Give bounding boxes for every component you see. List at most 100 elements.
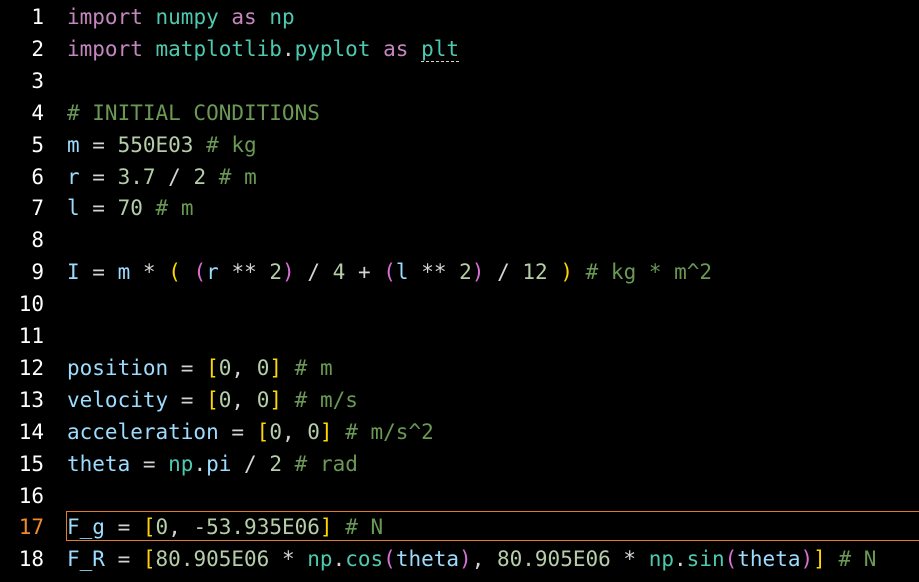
code-token: ) (560, 260, 573, 285)
code-editor[interactable]: 1 import numpy as np 2 import matplotlib.py… (0, 0, 919, 582)
line-number: 12 (18, 355, 44, 380)
code-token: ( (193, 260, 207, 285)
code-line[interactable]: 10 (0, 288, 919, 320)
code-token: F_g (67, 515, 105, 540)
code-line[interactable]: 3 (0, 65, 919, 97)
code-token: 0 (218, 387, 232, 412)
line-number: 11 (18, 324, 44, 348)
code-token: 80.905E06 (496, 547, 611, 572)
code-token: = (218, 419, 257, 444)
code-token: as (231, 5, 257, 29)
code-token: plt (421, 36, 460, 62)
code-token: , (231, 355, 257, 380)
code-token: = (79, 260, 118, 285)
code-line[interactable]: 7l = 70 # m (0, 192, 919, 224)
code-token: 550E03 (117, 132, 194, 157)
code-token: # m/s^2 (345, 419, 434, 444)
code-token: import (67, 5, 143, 29)
code-line[interactable]: 4 # INITIAL CONDITIONS (0, 97, 919, 129)
code-line[interactable]: 9 I = m * ( (r ** 2) / 4 + (l ** 2) / 12 … (0, 256, 919, 288)
code-token: 3.7 (117, 164, 156, 189)
code-text[interactable]: velocity = [0, 0] # m/s (67, 384, 358, 416)
line-number: 4 (31, 100, 44, 125)
code-line[interactable]: 18 F_R = [80.905E06 * np.cos(theta), 80.9… (0, 543, 919, 575)
code-token: ( (383, 547, 396, 572)
code-token: # kg (206, 132, 257, 157)
code-token: numpy (155, 5, 219, 29)
code-token: . (674, 547, 687, 572)
line-number: 9 (31, 260, 44, 285)
code-text[interactable]: import matplotlib.pyplot as plt (67, 33, 460, 65)
line-number: 1 (31, 5, 44, 29)
code-token: ) (471, 260, 485, 285)
code-line[interactable]: 2 import matplotlib.pyplot as plt (0, 33, 919, 65)
code-line[interactable]: 1 import numpy as np (0, 1, 919, 33)
code-text[interactable]: position = [0, 0] # m (67, 352, 333, 384)
code-token: ) (282, 260, 295, 285)
code-token: m (67, 132, 80, 157)
code-text[interactable]: import numpy as np (67, 1, 295, 33)
code-token: = (168, 387, 207, 412)
code-token: ] (269, 355, 283, 380)
code-token: l (395, 260, 409, 285)
code-line[interactable]: 14 acceleration = [0, 0] # m/s^2 (0, 416, 919, 448)
code-token: 0 (307, 419, 320, 444)
code-line[interactable]: 12 position = [0, 0] # m (0, 352, 919, 384)
code-line[interactable]: 15 theta = np.pi / 2 # rad (0, 448, 919, 480)
code-token: np (307, 547, 333, 572)
code-token: = (168, 355, 207, 380)
code-token: as (383, 36, 409, 61)
code-token: , (281, 419, 308, 444)
code-text[interactable]: F_R = [80.905E06 * np.cos(theta), 80.905… (67, 543, 876, 575)
code-text[interactable]: theta = np.pi / 2 # rad (67, 448, 358, 480)
code-token: ] (813, 547, 826, 572)
code-text[interactable]: r = 3.7 / 2 # m (67, 161, 257, 193)
code-line[interactable]: 6r = 3.7 / 2 # m (0, 161, 919, 193)
code-token: 0 (269, 419, 282, 444)
code-token: r (67, 164, 80, 189)
code-token: matplotlib (155, 36, 282, 61)
code-token: import (67, 36, 143, 61)
code-token: ] (319, 515, 333, 540)
code-token: 2 (269, 260, 283, 285)
code-line[interactable]: 17 F_g = [0, -53.935E06] # N (0, 511, 919, 543)
code-line[interactable]: 11 (0, 320, 919, 352)
code-token: ( (724, 547, 738, 572)
code-line[interactable]: 8 (0, 224, 919, 256)
code-token: np (269, 5, 295, 29)
code-text[interactable]: l = 70 # m (67, 192, 193, 224)
code-token: / (294, 260, 333, 285)
code-line[interactable]: 13 velocity = [0, 0] # m/s (0, 384, 919, 416)
code-token: 80.905E06 (155, 547, 270, 572)
code-token: cos (345, 547, 384, 572)
code-text[interactable]: m = 550E03 # kg (67, 129, 257, 161)
code-token: , (471, 547, 497, 572)
code-token: sin (686, 547, 725, 572)
code-line[interactable]: 16 (0, 480, 919, 512)
code-line[interactable]: 5m = 550E03 # kg (0, 129, 919, 161)
code-token: = (79, 196, 118, 221)
code-text[interactable]: acceleration = [0, 0] # m/s^2 (67, 416, 434, 448)
code-token: ) (800, 547, 814, 572)
code-token: F_R (67, 547, 105, 572)
code-text[interactable]: F_g = [0, -53.935E06] # N (67, 511, 383, 543)
code-token: [ (142, 515, 156, 540)
code-token: [ (206, 387, 219, 412)
code-token: [ (256, 419, 270, 444)
code-text[interactable]: I = m * ( (r ** 2) / 4 + (l ** 2) / 12 )… (67, 256, 712, 288)
code-text[interactable]: # INITIAL CONDITIONS (67, 97, 320, 129)
code-token: # m (218, 164, 257, 189)
code-token: np (648, 547, 675, 572)
line-number: 10 (18, 292, 44, 317)
code-token: / (484, 260, 523, 285)
code-token: # INITIAL CONDITIONS (67, 100, 320, 125)
